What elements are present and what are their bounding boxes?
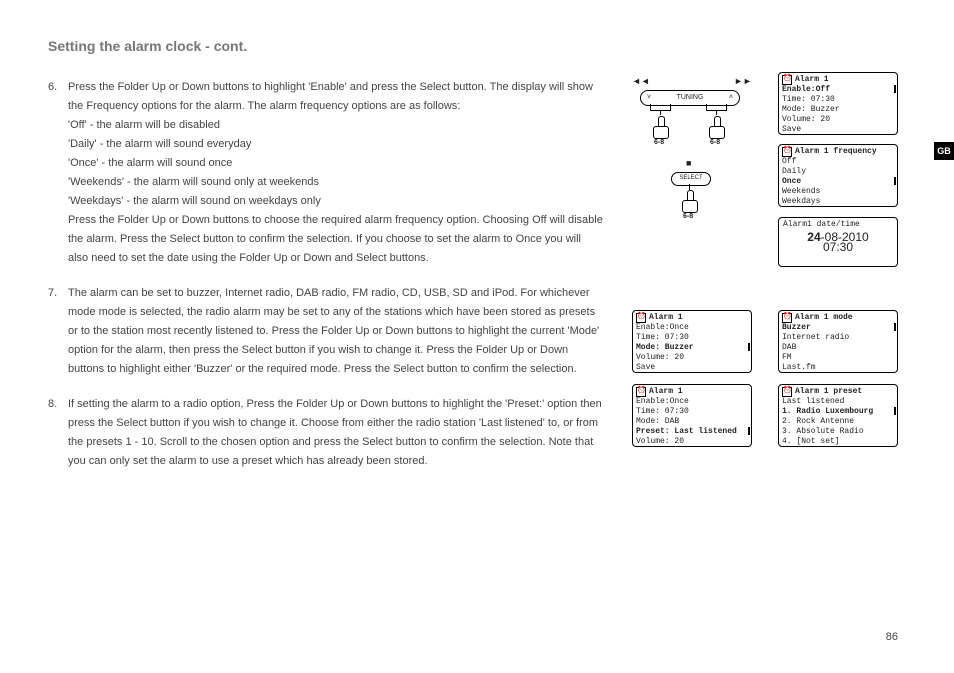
step-number: 6. <box>48 78 68 268</box>
alarm-icon: ⏰ <box>782 147 792 157</box>
row: Internet radio <box>782 333 894 343</box>
row: 1. Radio Luxembourg <box>782 407 894 417</box>
row: Volume: 20 <box>636 353 748 363</box>
alarm-icon: ⏰ <box>636 387 646 397</box>
step-ref: 6-8 <box>683 213 693 220</box>
page-title: Setting the alarm clock - cont. <box>48 38 247 54</box>
tuning-down-icon: ˅ <box>647 91 651 104</box>
scroll-indicator <box>748 427 750 435</box>
row: Preset: Last listened <box>636 427 748 437</box>
select-label: SELECT <box>679 175 702 181</box>
scroll-indicator <box>894 177 896 185</box>
row: Last listened <box>782 397 894 407</box>
page: Setting the alarm clock - cont. GB 6. Pr… <box>0 0 954 673</box>
alarm-icon: ⏰ <box>782 313 792 323</box>
button-diagram: ◄◄ ►► ˅ TUNING ˄ 6-8 6-8 ■ SELECT 6-8 <box>626 76 756 211</box>
step-ref: 6-8 <box>654 139 664 146</box>
tuning-bar: ˅ TUNING ˄ <box>640 90 740 106</box>
scroll-indicator <box>894 323 896 331</box>
row: Time: 07:30 <box>636 333 748 343</box>
row: Enable:Once <box>636 323 748 333</box>
screen-alarm1-enable: ⏰Alarm 1 Enable:Off Time: 07:30 Mode: Bu… <box>778 72 898 135</box>
screen-alarm1-datetime: Alarm1 date/time 24-08-2010 07:30 <box>778 217 898 267</box>
row: Save <box>636 363 748 373</box>
row: Mode: DAB <box>636 417 748 427</box>
row: Weekends <box>782 187 894 197</box>
screen-alarm1-frequency: ⏰Alarm 1 frequency Off Daily Once Weeken… <box>778 144 898 207</box>
row: Weekdays <box>782 197 894 207</box>
select-button: SELECT <box>671 172 711 186</box>
step-ref: 6-8 <box>710 139 720 146</box>
row: 2. Rock Antenne <box>782 417 894 427</box>
row: 3. Absolute Radio <box>782 427 894 437</box>
row: DAB <box>782 343 894 353</box>
finger-icon <box>682 190 696 212</box>
row: Volume: 20 <box>782 115 894 125</box>
row: Once <box>782 177 894 187</box>
next-icon: ►► <box>734 76 752 86</box>
screen-title: Alarm1 date/time <box>783 220 893 230</box>
screen-alarm1-mode-list: ⏰Alarm 1 mode Buzzer Internet radio DAB … <box>778 310 898 373</box>
row: FM <box>782 353 894 363</box>
alarm-icon: ⏰ <box>782 75 792 85</box>
row: Time: 07:30 <box>782 95 894 105</box>
screen-alarm1-preset-last: ⏰Alarm 1 Enable:Once Time: 07:30 Mode: D… <box>632 384 752 447</box>
row: Off <box>782 157 894 167</box>
time-row: 07:30 <box>783 242 893 252</box>
step-text: If setting the alarm to a radio option, … <box>68 395 603 471</box>
row: Time: 07:30 <box>636 407 748 417</box>
alarm-icon: ⏰ <box>636 313 646 323</box>
step-text: Press the Folder Up or Down buttons to h… <box>68 78 603 268</box>
tuning-label: TUNING <box>677 94 704 101</box>
step-text: The alarm can be set to buzzer, Internet… <box>68 284 603 379</box>
row: Mode: Buzzer <box>782 105 894 115</box>
screen-title: Alarm 1 preset <box>795 387 862 397</box>
step-number: 7. <box>48 284 68 379</box>
row: Buzzer <box>782 323 894 333</box>
prev-icon: ◄◄ <box>632 76 650 86</box>
row: Mode: Buzzer <box>636 343 748 353</box>
step-7: 7. The alarm can be set to buzzer, Inter… <box>48 284 603 379</box>
screen-title: Alarm 1 frequency <box>795 147 877 157</box>
language-tab-gb: GB <box>934 142 954 160</box>
tuning-up-icon: ˄ <box>729 91 733 104</box>
row: Daily <box>782 167 894 177</box>
finger-icon <box>653 116 667 138</box>
row: 4. [Not set] <box>782 437 894 447</box>
row: Enable:Once <box>636 397 748 407</box>
scroll-indicator <box>748 343 750 351</box>
row: Last.fm <box>782 363 894 373</box>
step-8: 8. If setting the alarm to a radio optio… <box>48 395 603 471</box>
scroll-indicator <box>894 85 896 93</box>
screen-title: Alarm 1 <box>649 313 683 323</box>
finger-icon <box>709 116 723 138</box>
stop-icon: ■ <box>686 158 691 168</box>
alarm-icon: ⏰ <box>782 387 792 397</box>
screen-alarm1-preset-list: ⏰Alarm 1 preset Last listened 1. Radio L… <box>778 384 898 447</box>
page-number: 86 <box>886 631 898 643</box>
screen-alarm1-mode-buzzer: ⏰Alarm 1 Enable:Once Time: 07:30 Mode: B… <box>632 310 752 373</box>
screen-title: Alarm 1 <box>795 75 829 85</box>
instructions-content: 6. Press the Folder Up or Down buttons t… <box>48 78 603 487</box>
screen-title: Alarm 1 <box>649 387 683 397</box>
row: Save <box>782 125 894 135</box>
row: Enable:Off <box>782 85 894 95</box>
row: Volume: 20 <box>636 437 748 447</box>
step-6: 6. Press the Folder Up or Down buttons t… <box>48 78 603 268</box>
scroll-indicator <box>894 407 896 415</box>
step-number: 8. <box>48 395 68 471</box>
screen-title: Alarm 1 mode <box>795 313 853 323</box>
